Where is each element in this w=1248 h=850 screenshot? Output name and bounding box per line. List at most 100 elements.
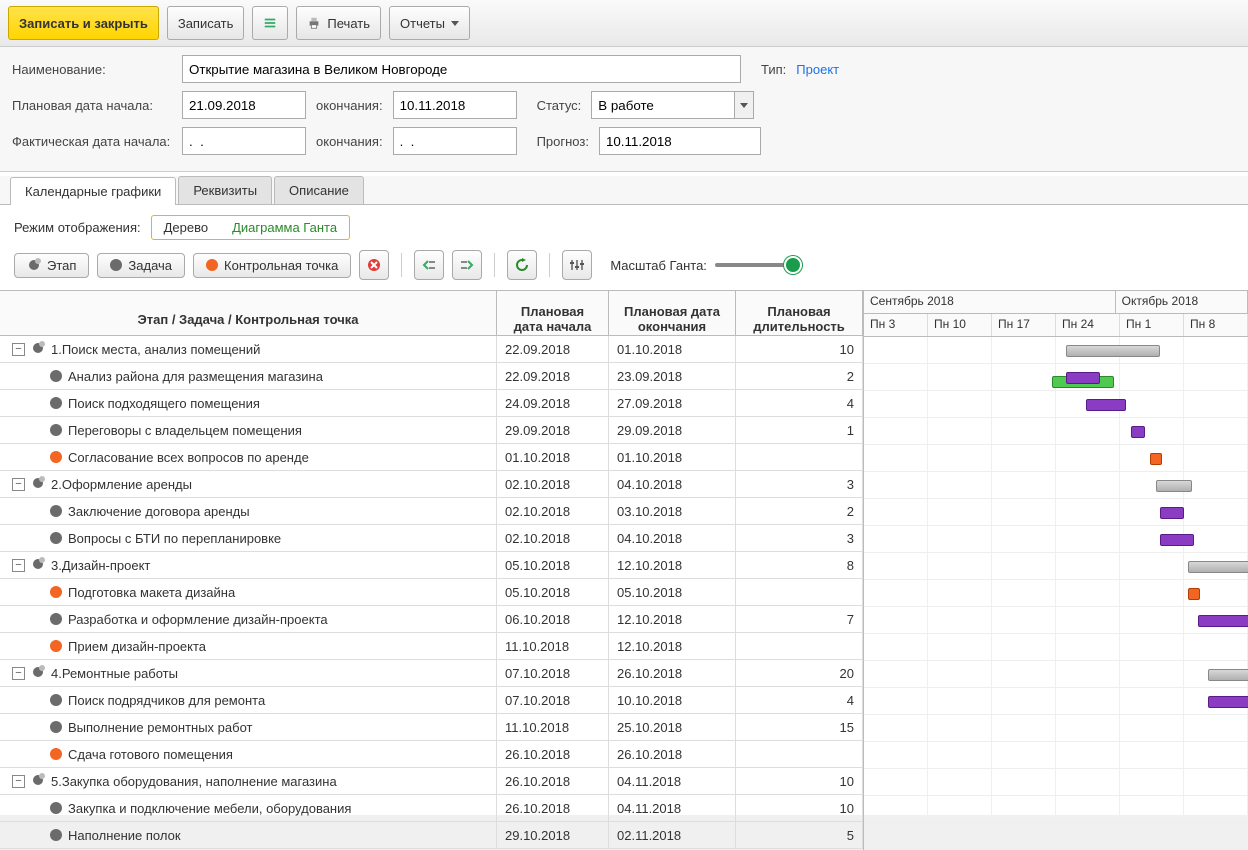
gantt-chart: Сентябрь 2018Октябрь 2018 Пн 3Пн 10Пн 17… <box>864 291 1248 850</box>
gantt-bar[interactable] <box>1086 399 1126 411</box>
table-row[interactable]: Подготовка макета дизайна05.10.201805.10… <box>0 579 863 606</box>
row-name: Переговоры с владельцем помещения <box>68 423 302 438</box>
collapse-icon[interactable]: − <box>12 478 25 491</box>
delete-button[interactable] <box>359 250 389 280</box>
table-row[interactable]: −1.Поиск места, анализ помещений22.09.20… <box>0 336 863 363</box>
cell-name: Анализ района для размещения магазина <box>0 363 497 389</box>
reports-button[interactable]: Отчеты <box>389 6 470 40</box>
table-row[interactable]: Закупка и подключение мебели, оборудован… <box>0 795 863 822</box>
cell-name: −4.Ремонтные работы <box>0 660 497 686</box>
table-row[interactable]: Поиск подходящего помещения24.09.201827.… <box>0 390 863 417</box>
name-input[interactable] <box>182 55 741 83</box>
row-name: Вопросы с БТИ по перепланировке <box>68 531 281 546</box>
table-row[interactable]: Согласование всех вопросов по аренде01.1… <box>0 444 863 471</box>
cell-start: 26.10.2018 <box>497 795 609 821</box>
gantt-bar[interactable] <box>1188 561 1248 573</box>
print-button[interactable]: Печать <box>296 6 381 40</box>
cell-start: 11.10.2018 <box>497 633 609 659</box>
tab-details[interactable]: Реквизиты <box>178 176 272 204</box>
cell-dur: 4 <box>736 687 863 713</box>
table-row[interactable]: −2.Оформление аренды02.10.201804.10.2018… <box>0 471 863 498</box>
gantt-bar[interactable] <box>1066 345 1160 357</box>
cell-name: Переговоры с владельцем помещения <box>0 417 497 443</box>
collapse-icon[interactable]: − <box>12 775 25 788</box>
list-button[interactable] <box>252 6 288 40</box>
type-link[interactable]: Проект <box>796 62 839 77</box>
cell-name: −3.Дизайн-проект <box>0 552 497 578</box>
cell-end: 12.10.2018 <box>609 552 736 578</box>
cell-dur: 5 <box>736 822 863 848</box>
table-row[interactable]: Наполнение полок29.10.201802.11.20185 <box>0 822 863 849</box>
status-input[interactable] <box>591 91 735 119</box>
cell-end: 01.10.2018 <box>609 336 736 362</box>
status-dropdown-button[interactable] <box>735 91 754 119</box>
gantt-bar[interactable] <box>1150 453 1162 465</box>
cell-dur: 10 <box>736 336 863 362</box>
table-row[interactable]: −4.Ремонтные работы07.10.201826.10.20182… <box>0 660 863 687</box>
table-row[interactable]: Заключение договора аренды02.10.201803.1… <box>0 498 863 525</box>
cell-name: Поиск подрядчиков для ремонта <box>0 687 497 713</box>
gantt-bar[interactable] <box>1066 372 1100 384</box>
table-row[interactable]: −3.Дизайн-проект05.10.201812.10.20188 <box>0 552 863 579</box>
plan-start-input[interactable] <box>182 91 306 119</box>
table-row[interactable]: Сдача готового помещения26.10.201826.10.… <box>0 741 863 768</box>
cell-end: 05.10.2018 <box>609 579 736 605</box>
cell-name: −1.Поиск места, анализ помещений <box>0 336 497 362</box>
add-task-button[interactable]: Задача <box>97 253 185 278</box>
tab-description[interactable]: Описание <box>274 176 364 204</box>
table-row[interactable]: Прием дизайн-проекта11.10.201812.10.2018 <box>0 633 863 660</box>
cell-dur <box>736 579 863 605</box>
collapse-icon[interactable]: − <box>12 343 25 356</box>
add-stage-button[interactable]: Этап <box>14 253 89 278</box>
cell-start: 02.10.2018 <box>497 471 609 497</box>
settings-button[interactable] <box>562 250 592 280</box>
milestone-icon <box>50 451 62 463</box>
indent-button[interactable] <box>452 250 482 280</box>
table-row[interactable]: −5.Закупка оборудования, наполнение мага… <box>0 768 863 795</box>
mode-gantt[interactable]: Диаграмма Ганта <box>220 216 349 239</box>
table-row[interactable]: Переговоры с владельцем помещения29.09.2… <box>0 417 863 444</box>
cell-dur <box>736 633 863 659</box>
cell-dur: 7 <box>736 606 863 632</box>
gantt-bar[interactable] <box>1208 696 1248 708</box>
outdent-button[interactable] <box>414 250 444 280</box>
add-milestone-button[interactable]: Контрольная точка <box>193 253 351 278</box>
mode-bar: Режим отображения: Дерево Диаграмма Гант… <box>0 205 1248 250</box>
gantt-bar[interactable] <box>1198 615 1248 627</box>
outdent-icon <box>422 258 436 272</box>
table-row[interactable]: Вопросы с БТИ по перепланировке02.10.201… <box>0 525 863 552</box>
table-row[interactable]: Выполнение ремонтных работ11.10.201825.1… <box>0 714 863 741</box>
cell-end: 25.10.2018 <box>609 714 736 740</box>
cell-start: 24.09.2018 <box>497 390 609 416</box>
gantt-scale-slider[interactable] <box>715 263 795 267</box>
fact-start-input[interactable] <box>182 127 306 155</box>
gantt-bar[interactable] <box>1156 480 1192 492</box>
plan-end-input[interactable] <box>393 91 517 119</box>
save-button[interactable]: Записать <box>167 6 245 40</box>
cell-start: 01.10.2018 <box>497 444 609 470</box>
refresh-button[interactable] <box>507 250 537 280</box>
collapse-icon[interactable]: − <box>12 559 25 572</box>
mode-tree[interactable]: Дерево <box>152 216 220 239</box>
table-row[interactable]: Поиск подрядчиков для ремонта07.10.20181… <box>0 687 863 714</box>
slider-thumb[interactable] <box>784 256 802 274</box>
gantt-row <box>864 337 1248 364</box>
forecast-input[interactable] <box>599 127 761 155</box>
gantt-bar[interactable] <box>1160 507 1184 519</box>
gantt-bar[interactable] <box>1131 426 1145 438</box>
fact-end-input[interactable] <box>393 127 517 155</box>
gantt-bar[interactable] <box>1160 534 1194 546</box>
collapse-icon[interactable]: − <box>12 667 25 680</box>
fact-start-label: Фактическая дата начала: <box>12 134 172 149</box>
cell-dur: 1 <box>736 417 863 443</box>
table-row[interactable]: Разработка и оформление дизайн-проекта06… <box>0 606 863 633</box>
tab-schedules[interactable]: Календарные графики <box>10 177 176 205</box>
save-and-close-button[interactable]: Записать и закрыть <box>8 6 159 40</box>
gantt-bar[interactable] <box>1188 588 1200 600</box>
refresh-icon <box>515 258 529 272</box>
table-row[interactable]: Анализ района для размещения магазина22.… <box>0 363 863 390</box>
gantt-bar[interactable] <box>1208 669 1248 681</box>
cell-dur: 8 <box>736 552 863 578</box>
cell-name: Поиск подходящего помещения <box>0 390 497 416</box>
cell-dur: 4 <box>736 390 863 416</box>
